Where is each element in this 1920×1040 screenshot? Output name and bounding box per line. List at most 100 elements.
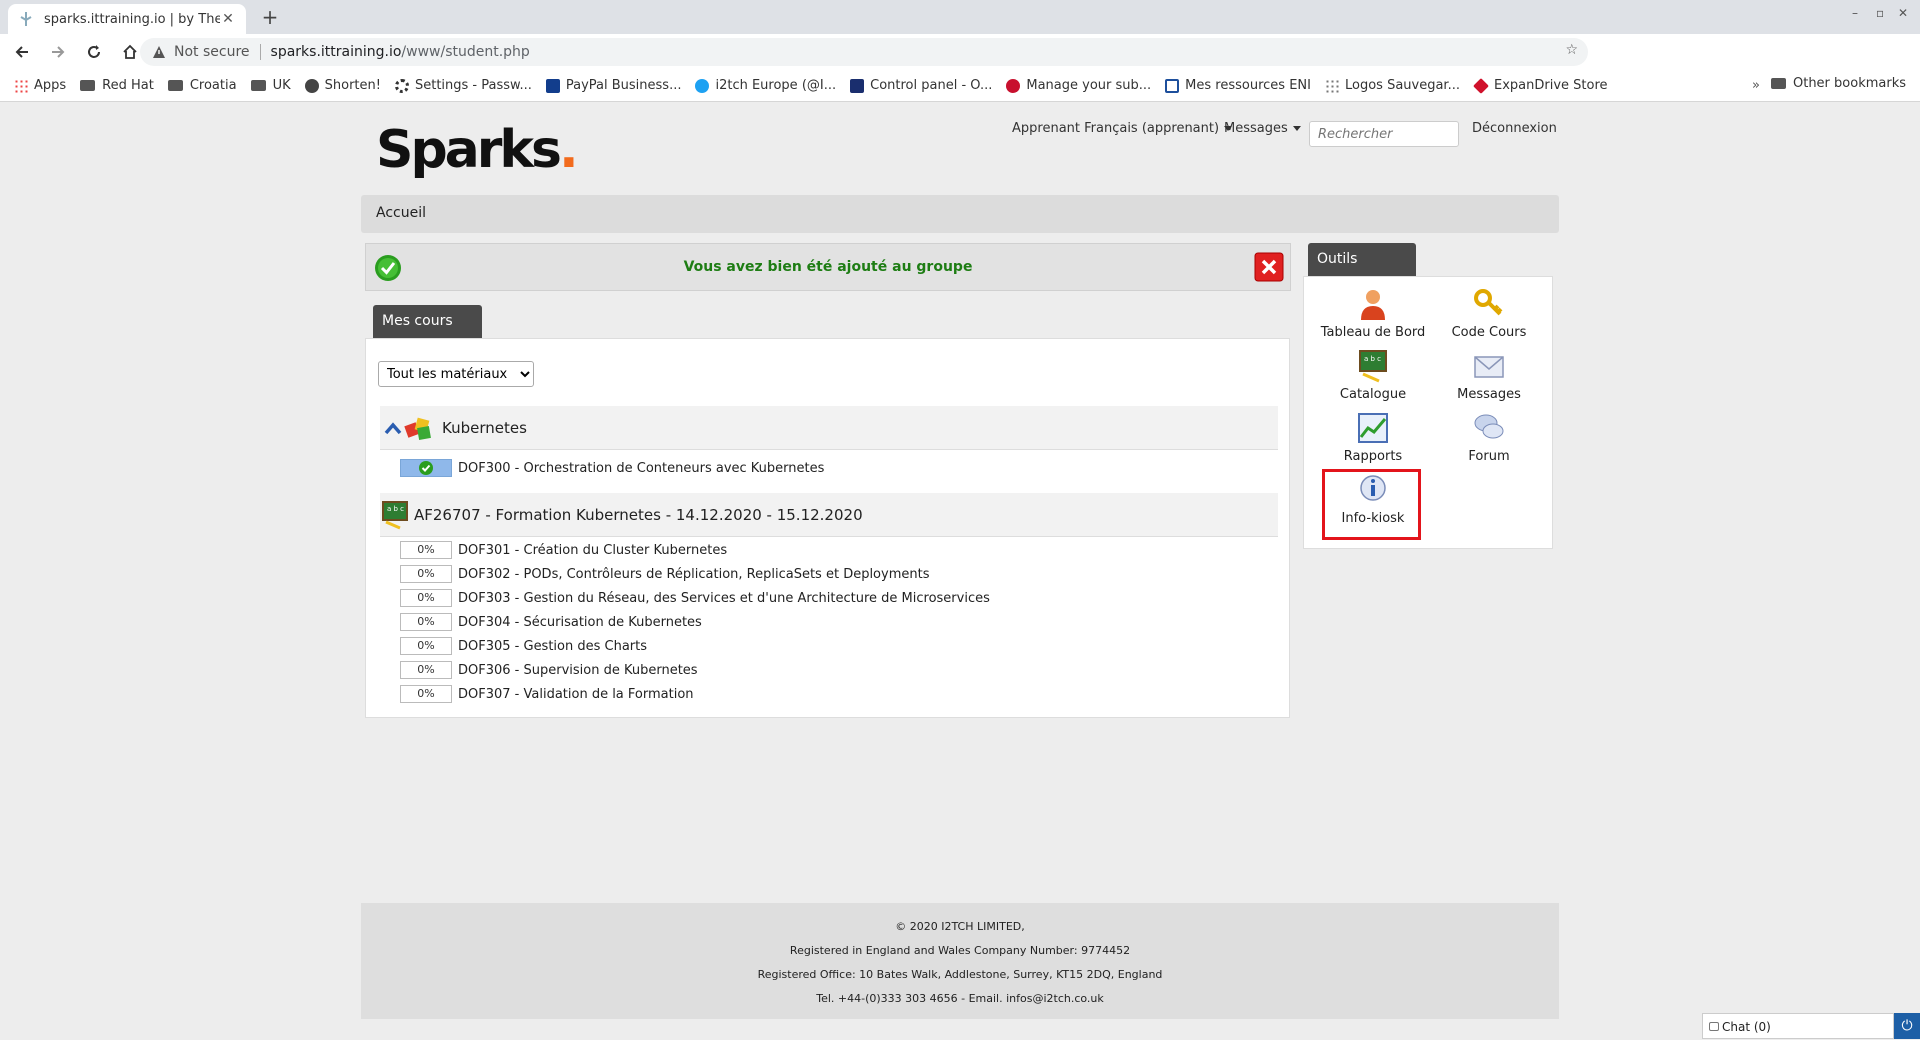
course-row[interactable]: 0% DOF306 - Supervision de Kubernetes [400, 659, 698, 681]
cubes-icon [404, 417, 431, 440]
bookmark-star-icon[interactable]: ☆ [1565, 42, 1578, 58]
course-row[interactable]: DOF300 - Orchestration de Conteneurs ave… [400, 457, 824, 479]
back-button[interactable] [8, 38, 36, 66]
bookmark-label: PayPal Business... [565, 78, 682, 93]
bookmark-twitter[interactable]: i2tch Europe (@I... [695, 78, 836, 93]
page-content: Sparks. Apprenant Français (apprenant) M… [0, 103, 1920, 1040]
restore-window-icon[interactable]: ▫ [1876, 6, 1884, 20]
bookmark-eni[interactable]: Mes ressources ENI [1165, 78, 1311, 93]
tool-tableau-de-bord[interactable]: Tableau de Bord [1315, 287, 1431, 349]
course-title: DOF302 - PODs, Contrôleurs de Réplicatio… [458, 566, 930, 582]
materials-filter-select[interactable]: Tout les matériaux [378, 361, 534, 387]
bookmark-label: Apps [34, 78, 67, 93]
close-alert-icon[interactable] [1254, 252, 1284, 282]
sparks-logo[interactable]: Sparks. [376, 120, 579, 180]
check-icon [419, 461, 433, 475]
forward-button[interactable] [44, 38, 72, 66]
course-row[interactable]: 0% DOF303 - Gestion du Réseau, des Servic… [400, 587, 990, 609]
messages-menu[interactable]: Messages [1224, 121, 1301, 136]
course-title: DOF305 - Gestion des Charts [458, 638, 648, 654]
session-header[interactable]: a b c AF26707 - Formation Kubernetes - 1… [380, 493, 1278, 537]
collapse-chevron-icon[interactable] [384, 421, 402, 435]
browser-tab[interactable]: sparks.ittraining.io | by The IT ✕ [8, 4, 246, 34]
bookmark-croatia[interactable]: Croatia [167, 78, 237, 93]
course-row[interactable]: 0% DOF301 - Création du Cluster Kubernete… [400, 539, 727, 561]
report-chart-icon [1358, 413, 1388, 443]
bookmark-control-panel[interactable]: Control panel - O... [850, 78, 992, 93]
bookmark-label: Settings - Passw... [414, 78, 532, 93]
footer-copyright: © 2020 I2TCH LIMITED, [895, 920, 1025, 933]
chat-power-icon[interactable]: ⏻ [1894, 1013, 1920, 1039]
breadcrumb: Accueil [361, 195, 1559, 233]
chat-widget[interactable]: Chat (0) [1702, 1013, 1894, 1039]
bookmark-settings[interactable]: Settings - Passw... [394, 78, 532, 93]
control-panel-icon [850, 78, 865, 93]
tool-messages[interactable]: Messages [1431, 349, 1547, 411]
folder-icon [250, 80, 266, 91]
bookmark-uk[interactable]: UK [250, 78, 291, 93]
search-input[interactable] [1309, 121, 1459, 147]
logout-link[interactable]: Déconnexion [1472, 121, 1557, 136]
tool-rapports[interactable]: Rapports [1315, 411, 1431, 473]
chat-bubbles-icon [1474, 414, 1504, 439]
breadcrumb-home[interactable]: Accueil [376, 205, 426, 221]
tab-outils[interactable]: Outils [1308, 243, 1416, 276]
bookmark-label: Red Hat [102, 78, 154, 93]
tool-label: Code Cours [1451, 325, 1527, 340]
course-row[interactable]: 0% DOF305 - Gestion des Charts [400, 635, 647, 657]
course-title: DOF307 - Validation de la Formation [458, 686, 694, 702]
bookmark-paypal[interactable]: PayPal Business... [545, 78, 682, 93]
bookmark-expandrive[interactable]: ExpanDrive Store [1473, 77, 1608, 94]
other-bookmarks[interactable]: Other bookmarks [1770, 76, 1906, 91]
tab-title: sparks.ittraining.io | by The IT [44, 11, 220, 27]
highlight-box [1322, 469, 1421, 540]
course-row[interactable]: 0% DOF307 - Validation de la Formation [400, 683, 694, 705]
progress-box: 0% [400, 589, 452, 607]
new-tab-button[interactable]: + [258, 5, 282, 29]
chat-bubble-icon [1709, 1022, 1719, 1031]
address-bar[interactable]: Not secure sparks.ittraining.io/www/stud… [140, 38, 1588, 66]
more-bookmarks-button[interactable]: » [1752, 78, 1760, 93]
course-row[interactable]: 0% DOF304 - Sécurisation de Kubernetes [400, 611, 702, 633]
bookmark-manage-sub[interactable]: Manage your sub... [1006, 78, 1151, 93]
tool-catalogue[interactable]: a b c Catalogue [1315, 349, 1431, 411]
course-title: DOF304 - Sécurisation de Kubernetes [458, 614, 702, 630]
tool-forum[interactable]: Forum [1431, 411, 1547, 473]
minimize-window-icon[interactable]: – [1852, 6, 1858, 20]
session-title: AF26707 - Formation Kubernetes - 14.12.2… [414, 505, 863, 524]
other-bookmarks-label: Other bookmarks [1792, 76, 1906, 91]
forward-arrow-icon [52, 46, 65, 58]
progress-box: 0% [400, 565, 452, 583]
logo-text: Sparks [376, 120, 562, 180]
tool-label: Catalogue [1339, 387, 1407, 402]
folder-icon [80, 80, 96, 91]
svg-text:a b c: a b c [387, 505, 404, 513]
not-secure-label: Not secure [174, 44, 250, 60]
bookmark-logos[interactable]: Logos Sauvegar... [1324, 78, 1460, 93]
bookmark-shorten[interactable]: Shorten! [304, 78, 381, 93]
url-host: sparks.ittraining.io [270, 44, 402, 60]
course-title: DOF306 - Supervision de Kubernetes [458, 662, 698, 678]
tool-label: Tableau de Bord [1320, 325, 1426, 340]
bookmark-red-hat[interactable]: Red Hat [80, 78, 154, 93]
close-tab-icon[interactable]: ✕ [220, 11, 236, 27]
bookmark-label: Logos Sauvegar... [1344, 78, 1460, 93]
course-row[interactable]: 0% DOF302 - PODs, Contrôleurs de Réplicat… [400, 563, 929, 585]
catalogue-board-icon: a b c [1359, 350, 1387, 383]
tool-label: Rapports [1343, 449, 1403, 464]
user-menu[interactable]: Apprenant Français (apprenant) [1012, 121, 1233, 136]
progress-box: 0% [400, 637, 452, 655]
reload-button[interactable] [80, 38, 108, 66]
warning-icon [153, 46, 165, 58]
progress-box: 0% [400, 541, 452, 559]
site-favicon-icon [20, 12, 32, 26]
success-alert: Vous avez bien été ajouté au groupe [365, 243, 1291, 291]
tool-code-cours[interactable]: Code Cours [1431, 287, 1547, 349]
bookmark-label: Croatia [189, 78, 237, 93]
user-dashboard-icon [1361, 290, 1385, 320]
tab-mes-cours[interactable]: Mes cours [373, 305, 482, 338]
bookmark-apps[interactable]: Apps [14, 78, 66, 93]
chat-label: Chat (0) [1722, 1020, 1771, 1034]
close-window-icon[interactable]: ✕ [1898, 6, 1908, 20]
category-header[interactable]: Kubernetes [380, 406, 1278, 450]
